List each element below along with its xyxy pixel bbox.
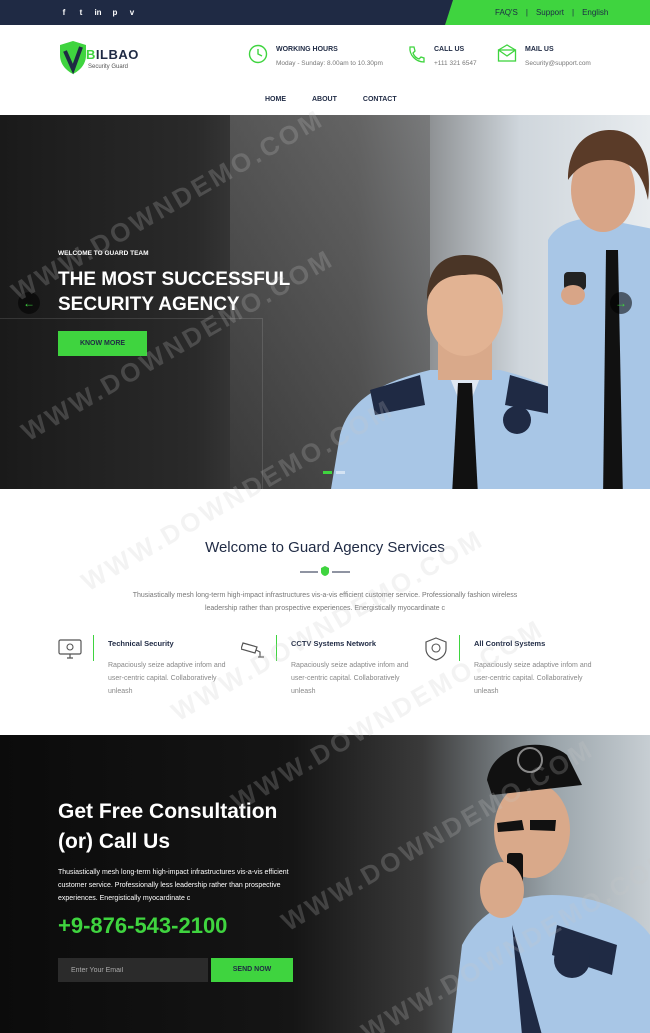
guard-with-radio-image (452, 744, 650, 1033)
linkedin-icon[interactable]: in (94, 7, 102, 18)
pinterest-icon[interactable]: p (111, 7, 119, 18)
vimeo-icon[interactable]: v (128, 7, 136, 18)
feature-desc: Rapaciously seize adaptive infom and use… (474, 662, 592, 695)
logo[interactable]: BILBAO Security Guard (58, 41, 138, 75)
send-now-button[interactable]: SEND NOW (211, 958, 293, 982)
mail-us: MAIL US Security@support.com (497, 44, 591, 68)
cctv-camera-icon (241, 642, 264, 658)
shield-logo-icon (60, 41, 86, 75)
brand-name: BILBAO (86, 47, 139, 62)
section-divider-icon (300, 566, 350, 576)
consultation-title: Get Free Consultation (or) Call Us (58, 800, 278, 853)
main-nav: HOME ABOUT CONTACT (265, 96, 397, 103)
shield-icon (425, 637, 447, 661)
feature-cctv: CCTV Systems Network Rapaciously seize a… (241, 635, 411, 695)
mail-icon (497, 44, 517, 62)
welcome-section: Welcome to Guard Agency Services Thusias… (0, 489, 650, 735)
email-input[interactable] (58, 958, 208, 982)
hero-kicker: WELCOME TO GUARD TEAM (58, 250, 149, 257)
welcome-lead: Thusiastically mesh long-term high-impac… (132, 592, 518, 612)
feature-divider (276, 635, 277, 661)
site-header: BILBAO Security Guard WORKING HOURS Moda… (0, 25, 650, 115)
separator: | (525, 8, 528, 17)
call-us-title: CALL US (434, 46, 465, 53)
feature-divider (459, 635, 460, 661)
call-us-value[interactable]: +111 321 6547 (434, 60, 477, 68)
top-links: FAQ'S | Support | English (495, 7, 608, 18)
consultation-phone[interactable]: +9-876-543-2100 (58, 913, 227, 939)
feature-desc: Rapaciously seize adaptive infom and use… (108, 662, 226, 695)
slider-dot-active[interactable] (323, 471, 332, 474)
support-link[interactable]: Support (536, 7, 564, 18)
mail-us-title: MAIL US (525, 46, 554, 53)
nav-home[interactable]: HOME (265, 96, 286, 103)
feature-title: All Control Systems (474, 639, 546, 648)
know-more-button[interactable]: KNOW MORE (58, 331, 147, 356)
slider-dot[interactable] (336, 471, 345, 474)
feature-divider (93, 635, 94, 661)
working-hours-value: Moday - Sunday: 8.00am to 10.30pm (276, 60, 383, 67)
phone-icon (409, 46, 425, 63)
nav-about[interactable]: ABOUT (312, 96, 337, 103)
mail-us-value[interactable]: Security@support.com (525, 60, 591, 68)
facebook-icon[interactable]: f (60, 7, 68, 18)
brand-tagline: Security Guard (88, 64, 129, 70)
feature-control-systems: All Control Systems Rapaciously seize ad… (424, 635, 594, 695)
working-hours: WORKING HOURS Moday - Sunday: 8.00am to … (248, 44, 383, 68)
nav-contact[interactable]: CONTACT (363, 96, 397, 103)
social-links: f t in p v (60, 7, 136, 18)
top-bar: f t in p v FAQ'S | Support | English (0, 0, 650, 25)
consultation-text: Thusiastically mesh long-term high-impac… (58, 869, 289, 902)
language-link[interactable]: English (582, 7, 608, 18)
twitter-icon[interactable]: t (77, 7, 85, 18)
feature-technical-security: Technical Security Rapaciously seize ada… (58, 635, 228, 695)
separator: | (571, 8, 575, 17)
faq-link[interactable]: FAQ'S (495, 7, 518, 18)
next-slide-arrow-icon[interactable]: → (610, 292, 632, 314)
feature-desc: Rapaciously seize adaptive infom and use… (291, 662, 409, 695)
feature-title: Technical Security (108, 639, 174, 648)
clock-icon (248, 44, 268, 64)
prev-slide-arrow-icon[interactable]: ← (18, 292, 40, 314)
hero-slider: WELCOME TO GUARD TEAM THE MOST SUCCESSFU… (0, 115, 650, 489)
female-guard-image (548, 130, 650, 489)
slider-dots (323, 471, 345, 474)
working-hours-title: WORKING HOURS (276, 46, 338, 53)
consultation-section: Get Free Consultation (or) Call Us Thusia… (0, 735, 650, 1033)
feature-title: CCTV Systems Network (291, 639, 377, 648)
call-us: CALL US +111 321 6547 (406, 44, 477, 68)
hero-title: THE MOST SUCCESSFUL SECURITY AGENCY (58, 269, 291, 315)
welcome-title: Welcome to Guard Agency Services (205, 539, 445, 556)
monitor-icon (58, 639, 82, 659)
